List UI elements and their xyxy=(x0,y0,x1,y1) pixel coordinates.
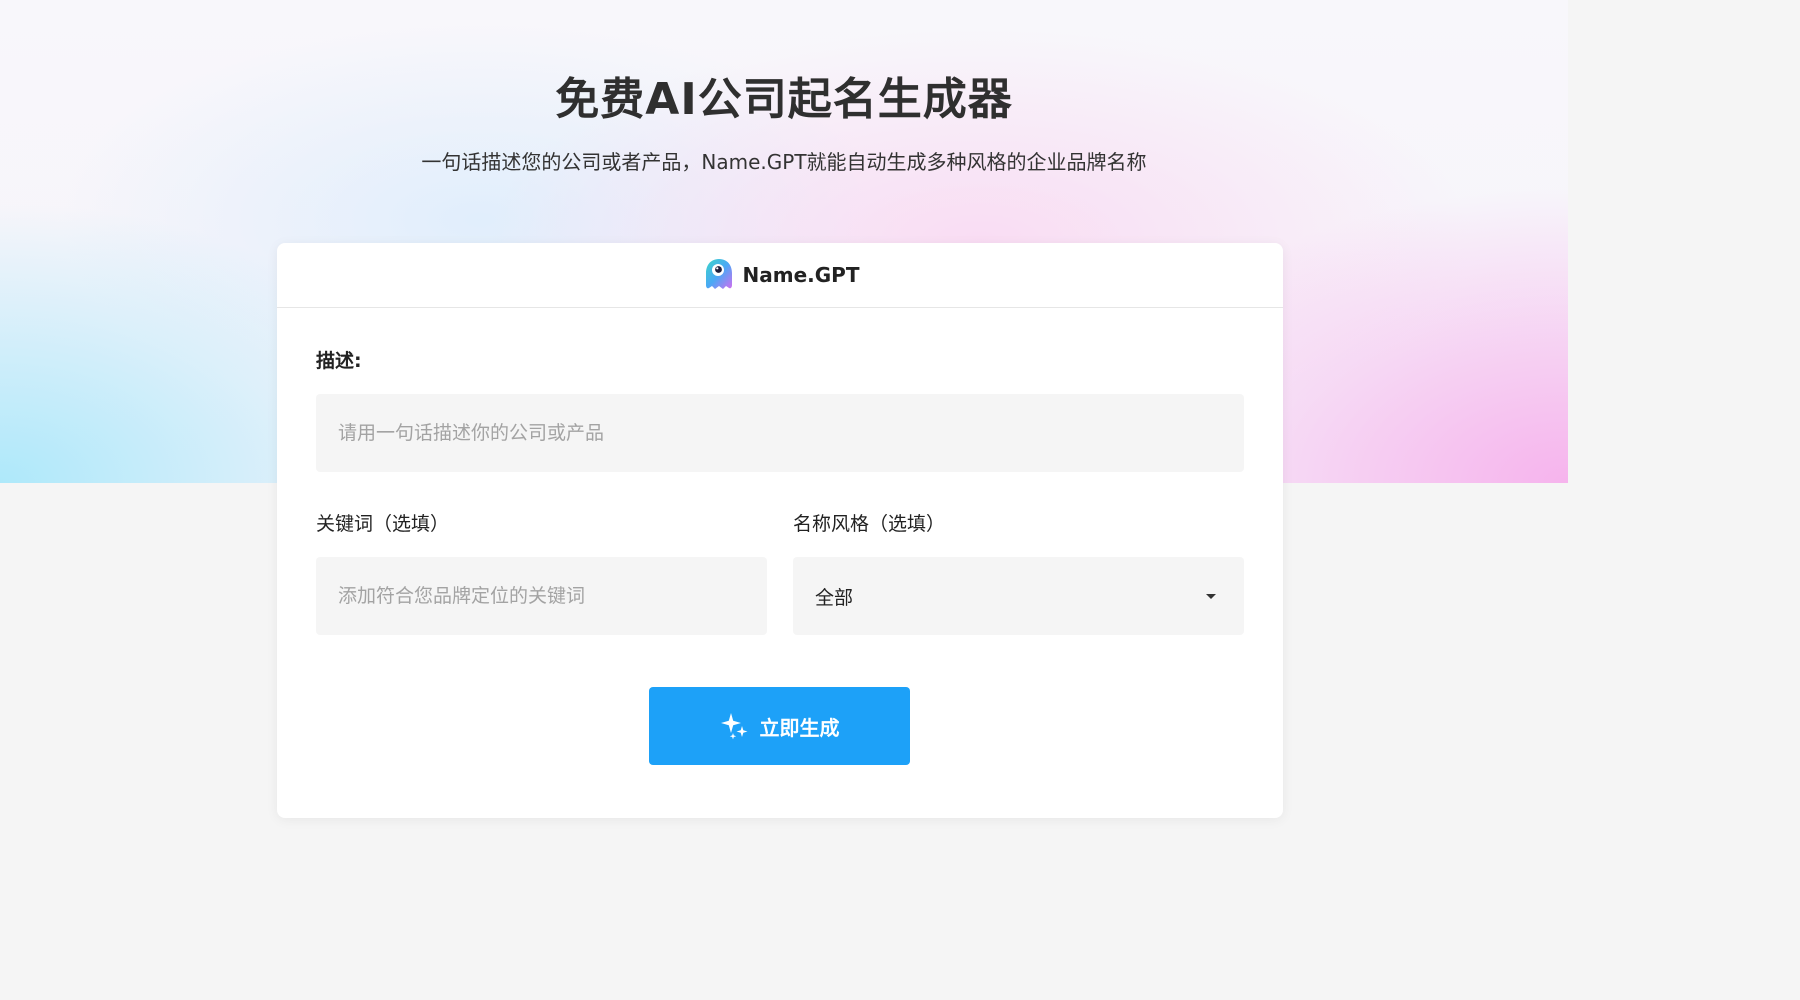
description-label: 描述: xyxy=(316,350,362,372)
sparkle-icon xyxy=(720,711,750,741)
generate-button-label: 立即生成 xyxy=(759,715,840,740)
mascot-logo-icon xyxy=(701,257,737,293)
page-title: 免费AI公司起名生成器 xyxy=(555,74,1013,125)
style-select-value: 全部 xyxy=(815,586,854,609)
keywords-label: 关键词（选填） xyxy=(316,513,450,535)
caret-down-icon xyxy=(1206,593,1216,599)
generate-button[interactable]: 立即生成 xyxy=(649,687,910,765)
style-select[interactable]: 全部 xyxy=(793,557,1244,635)
page-subtitle: 一句话描述您的公司或者产品，Name.GPT就能自动生成多种风格的企业品牌名称 xyxy=(421,150,1147,174)
style-label: 名称风格（选填） xyxy=(793,513,946,535)
keywords-input[interactable] xyxy=(316,557,767,635)
brand-name: Name.GPT xyxy=(742,263,860,287)
description-input[interactable] xyxy=(316,394,1244,472)
card-header: Name.GPT xyxy=(277,243,1283,308)
generator-card: Name.GPT 描述: 关键词（选填） 名称风格（选填） 全部 立即生成 xyxy=(277,243,1283,818)
